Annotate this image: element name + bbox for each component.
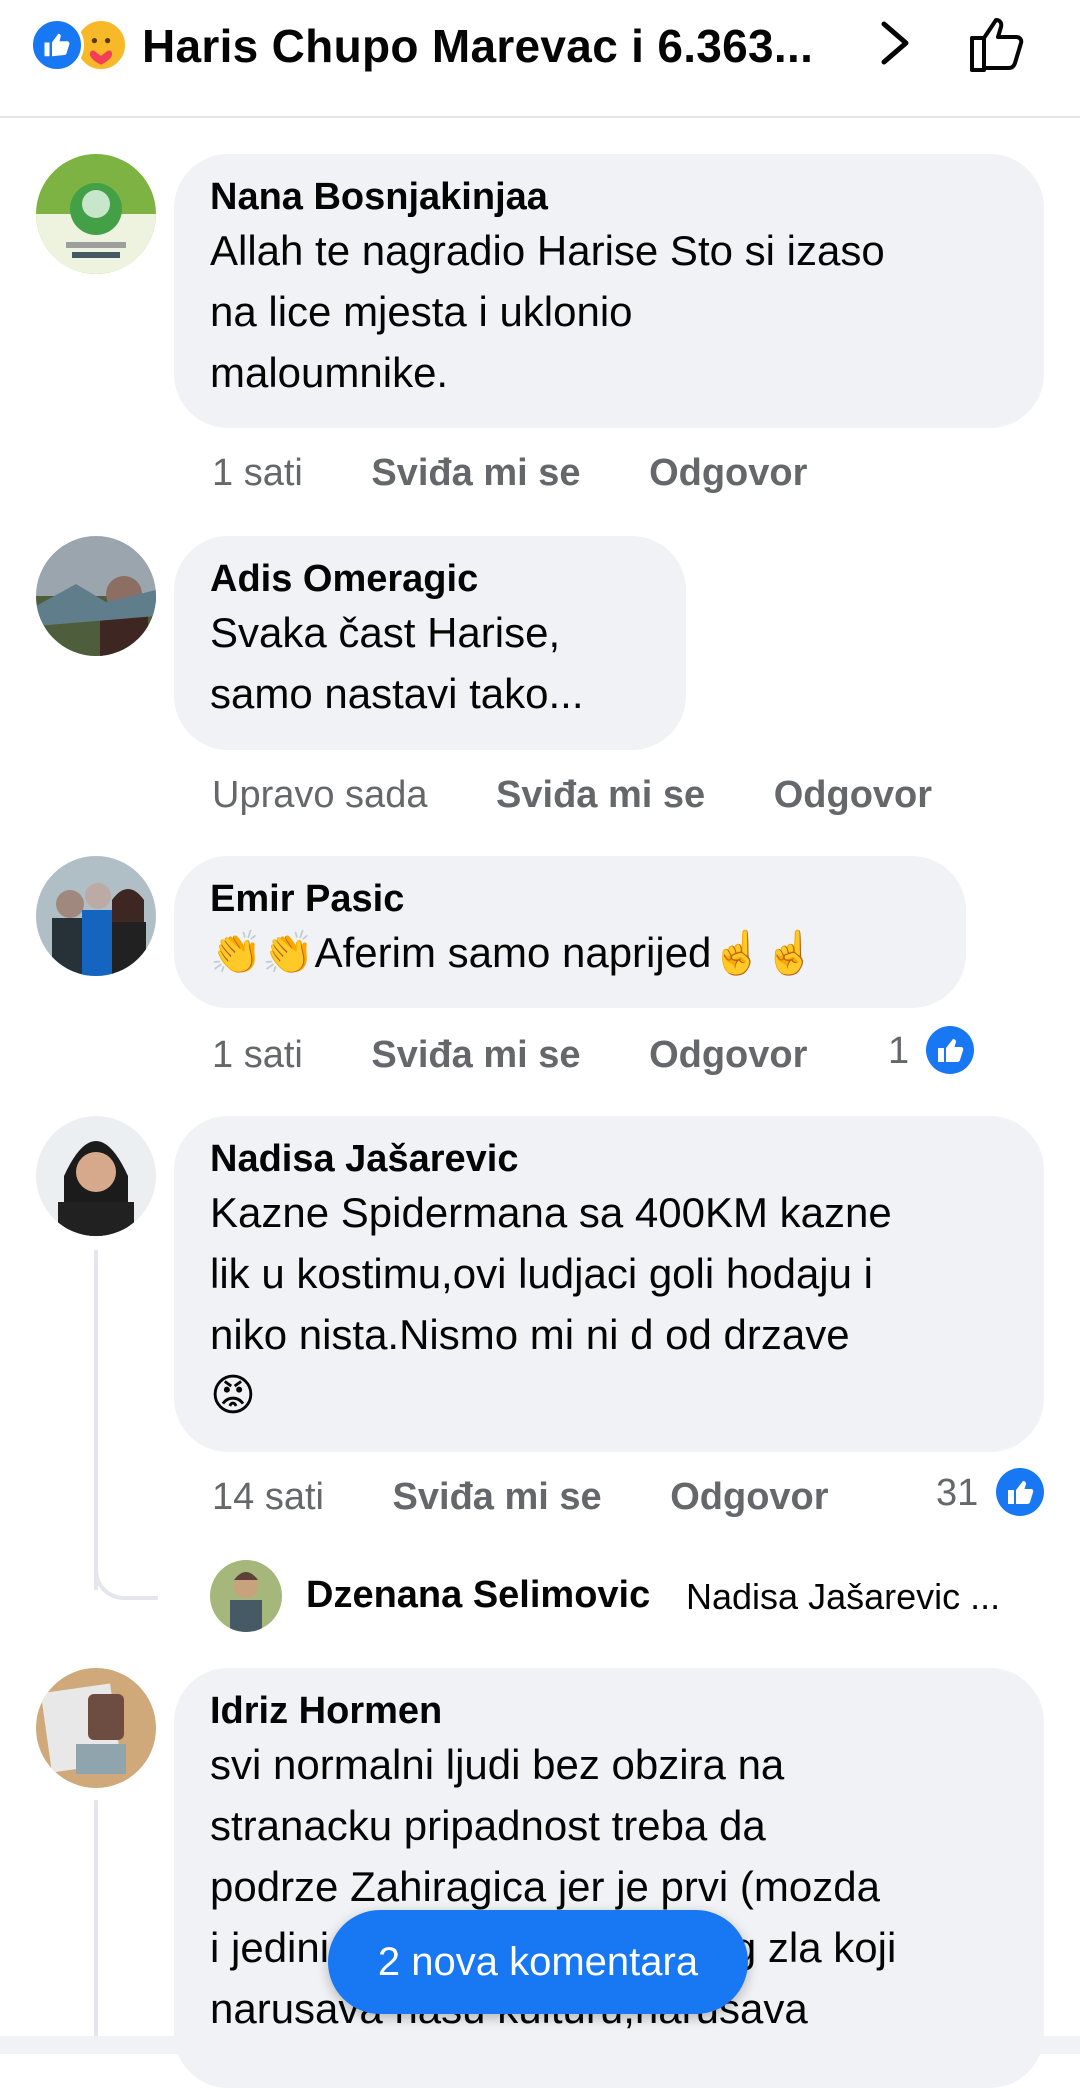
comment-text: Svaka čast Harise, samo nastavi tako... [210, 602, 650, 724]
comment-line: Allah te nagradio Harise Sto si izaso [210, 227, 885, 274]
thread-connector [94, 1560, 158, 1600]
comment-author[interactable]: Nana Bosnjakinjaa [210, 174, 1008, 220]
reply-preview[interactable]: Dzenana Selimovic Nadisa Jašarevic ... [210, 1560, 1070, 1634]
like-button[interactable]: Sviđa mi se [393, 1476, 602, 1519]
reply-button[interactable]: Odgovor [670, 1476, 828, 1519]
reply-button[interactable]: Odgovor [774, 774, 932, 817]
like-count-icon [996, 1468, 1044, 1516]
comment-time: Upravo sada [212, 774, 428, 816]
comment-bubble[interactable]: Nadisa Jašarevic Kazne Spidermana sa 400… [174, 1116, 1044, 1452]
avatar[interactable] [36, 536, 156, 656]
like-reaction-icon [30, 18, 84, 72]
avatar[interactable] [36, 1116, 156, 1236]
comment-author[interactable]: Emir Pasic [210, 876, 930, 922]
avatar[interactable] [36, 154, 156, 274]
comment-author[interactable]: Adis Omeragic [210, 556, 650, 602]
new-comments-button[interactable]: 2 nova komentara [328, 1910, 748, 2014]
comment-author[interactable]: Nadisa Jašarevic [210, 1136, 1008, 1182]
comment-line: stranacku pripadnost treba da [210, 1802, 766, 1849]
like-button[interactable]: Sviđa mi se [371, 452, 580, 495]
reply-button[interactable]: Odgovor [649, 1034, 807, 1077]
comment-time: 1 sati [212, 1034, 303, 1076]
comment-bubble[interactable]: Idriz Hormen svi normalni ljudi bez obzi… [174, 1668, 1044, 2088]
comment-line: niko nista.Nismo mi ni d od drzave [210, 1311, 850, 1358]
comment-line: Svaka čast Harise, [210, 609, 561, 656]
comment-actions: 14 sati Sviđa mi se Odgovor [212, 1476, 829, 1519]
comment-line: 👏👏Aferim samo naprijed☝️☝️ [210, 929, 817, 976]
thumbs-up-outline-icon[interactable] [966, 10, 1032, 76]
comment-line: Kazne Spidermana sa 400KM kazne [210, 1189, 892, 1236]
comment-text: Kazne Spidermana sa 400KM kazne lik u ko… [210, 1182, 1008, 1426]
comment-text: Allah te nagradio Harise Sto si izaso na… [210, 220, 1008, 403]
bottom-bar [0, 2036, 1080, 2054]
reply-author[interactable]: Dzenana Selimovic [306, 1574, 650, 1617]
comment-actions: 1 sati Sviđa mi se Odgovor [212, 1034, 807, 1077]
reaction-icons[interactable] [30, 18, 130, 74]
like-count-icon [926, 1026, 974, 1074]
thread-line [94, 1800, 98, 2054]
comment-line: svi normalni ljudi bez obzira na [210, 1741, 785, 1788]
post-header: Haris Chupo Marevac i 6.363... [0, 0, 1080, 118]
comment-actions: Upravo sada Sviđa mi se Odgovor [212, 774, 932, 817]
thread-line [94, 1250, 98, 1590]
comment-author[interactable]: Idriz Hormen [210, 1688, 1008, 1734]
comment-line: na lice mjesta i uklonio [210, 288, 633, 335]
comment-bubble[interactable]: Emir Pasic 👏👏Aferim samo naprijed☝️☝️ [174, 856, 966, 1008]
avatar[interactable] [36, 856, 156, 976]
comment-line: maloumnike. [210, 349, 449, 396]
reply-avatar[interactable] [210, 1560, 282, 1632]
comment-bubble[interactable]: Nana Bosnjakinjaa Allah te nagradio Hari… [174, 154, 1044, 428]
reply-text: Nadisa Jašarevic ... [686, 1576, 1001, 1617]
comment-line: samo nastavi tako... [210, 670, 584, 717]
like-count[interactable]: 1 [888, 1030, 909, 1073]
comment-bubble[interactable]: Adis Omeragic Svaka čast Harise, samo na… [174, 536, 686, 750]
reply-button[interactable]: Odgovor [649, 452, 807, 495]
like-button[interactable]: Sviđa mi se [496, 774, 705, 817]
comment-time: 1 sati [212, 452, 303, 494]
comment-line: lik u kostimu,ovi ludjaci goli hodaju i [210, 1250, 873, 1297]
comment-line: podrze Zahiragica jer je prvi (mozda [210, 1863, 880, 1910]
comment-time: 14 sati [212, 1476, 324, 1518]
chevron-right-icon[interactable] [876, 16, 916, 70]
avatar[interactable] [36, 1668, 156, 1788]
comment-actions: 1 sati Sviđa mi se Odgovor [212, 452, 807, 495]
comment-text: 👏👏Aferim samo naprijed☝️☝️ [210, 922, 930, 983]
comment-line: 😡 [210, 1371, 256, 1420]
like-count[interactable]: 31 [936, 1472, 978, 1515]
like-button[interactable]: Sviđa mi se [371, 1034, 580, 1077]
post-title[interactable]: Haris Chupo Marevac i 6.363... [142, 18, 813, 74]
